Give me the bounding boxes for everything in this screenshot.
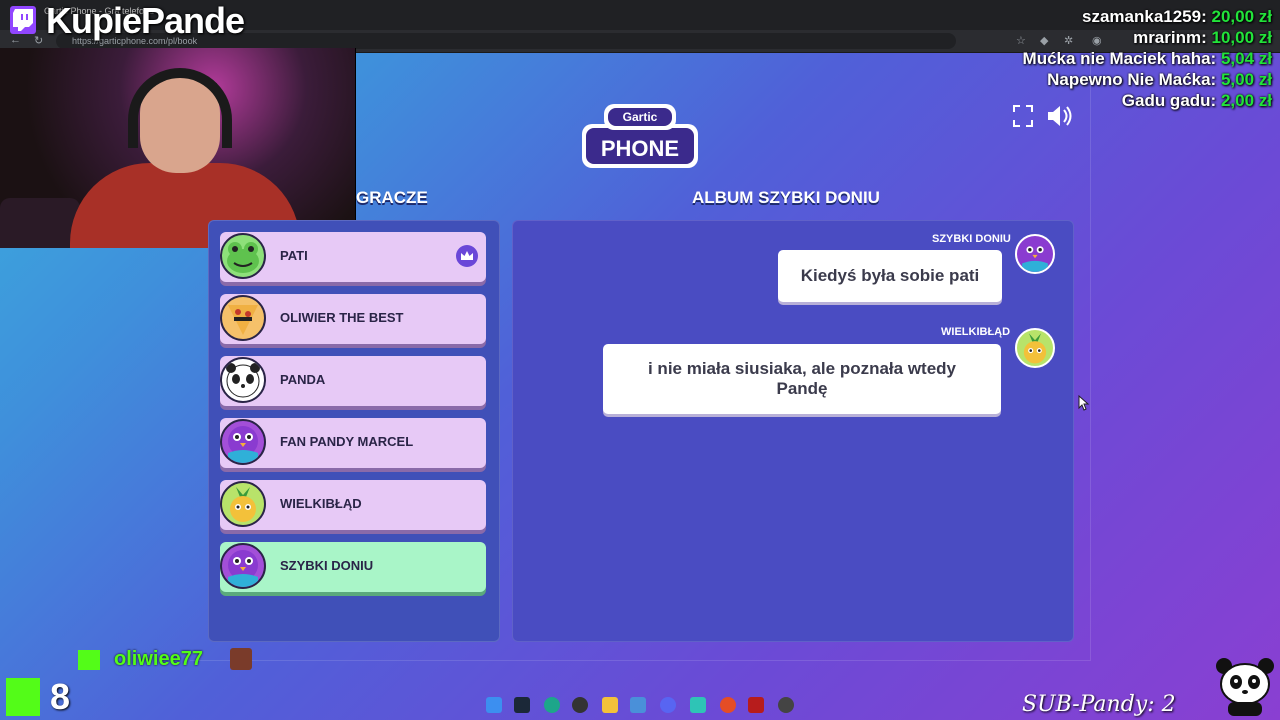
- frog-icon: [220, 233, 266, 279]
- player-card-fan-pandy-marcel[interactable]: FAN PANDY MARCEL: [220, 418, 486, 468]
- panda-icon: [220, 357, 266, 403]
- app-icon[interactable]: [778, 697, 794, 713]
- channel-name: KupiePande: [46, 0, 245, 41]
- chrome-icon[interactable]: [720, 697, 736, 713]
- players-title: GRACZE: [356, 188, 428, 207]
- player-name: OLIWIER THE BEST: [280, 310, 404, 325]
- pizza-icon: [220, 295, 266, 341]
- purple-bird-icon: [1015, 234, 1055, 274]
- steam-icon[interactable]: [514, 697, 530, 713]
- sound-icon[interactable]: [1048, 106, 1072, 126]
- player-name: PATI: [280, 248, 308, 263]
- logo-top-text: Gartic: [623, 110, 658, 124]
- mouse-cursor-icon: [1078, 395, 1090, 411]
- pineapple-icon: [220, 481, 266, 527]
- top-icons: [1013, 105, 1072, 127]
- windows-start-icon[interactable]: [486, 697, 502, 713]
- message-author: SZYBKI DONIU: [932, 233, 1011, 245]
- player-card-wielkiblad[interactable]: WIELKIBŁĄD: [220, 480, 486, 530]
- player-name: FAN PANDY MARCEL: [280, 434, 414, 449]
- album-title: ALBUM SZYBKI DONIU: [692, 188, 880, 207]
- sub-counter: SUB-Pandy: 2: [1022, 692, 1176, 717]
- obs-icon[interactable]: [572, 697, 588, 713]
- taskbar: [470, 690, 810, 720]
- back-icon[interactable]: ←: [10, 34, 21, 46]
- player-name: WIELKIBŁĄD: [280, 496, 362, 511]
- kick-icon: [78, 650, 100, 670]
- purple-bird-icon: [220, 543, 266, 589]
- kick-icon: [6, 678, 40, 716]
- logo-bottom-text: PHONE: [601, 136, 679, 161]
- emote-icon: [230, 648, 252, 670]
- discord-icon[interactable]: [660, 697, 676, 713]
- twitch-icon: [10, 6, 36, 34]
- donation-item: mrarinm: 10,00 zł: [1133, 28, 1272, 47]
- gartic-phone-logo: Gartic PHONE: [582, 104, 698, 168]
- player-name: SZYBKI DONIU: [280, 558, 374, 573]
- purple-bird-icon: [220, 419, 266, 465]
- player-card-panda[interactable]: PANDA: [220, 356, 486, 406]
- app-icon[interactable]: [690, 697, 706, 713]
- message-bubble: Kiedyś była sobie pati: [778, 250, 1002, 302]
- message-bubble: i nie miała siusiaka, ale poznała wtedy …: [603, 344, 1001, 414]
- reload-icon[interactable]: ↻: [34, 34, 43, 47]
- player-card-szybki-doniu[interactable]: SZYBKI DONIU: [220, 542, 486, 592]
- crown-icon: [456, 245, 478, 267]
- player-card-oliwier[interactable]: OLIWIER THE BEST: [220, 294, 486, 344]
- panda-mascot-icon: [1216, 658, 1274, 716]
- explorer-icon[interactable]: [630, 697, 646, 713]
- app-icon[interactable]: [748, 697, 764, 713]
- edge-icon[interactable]: [544, 697, 560, 713]
- donation-item: szamanka1259: 20,00 zł: [1082, 7, 1272, 26]
- chat-username: oliwiee77: [114, 648, 203, 670]
- pineapple-icon: [1015, 328, 1055, 368]
- fullscreen-icon[interactable]: [1013, 105, 1033, 127]
- message-author: WIELKIBŁĄD: [941, 326, 1011, 338]
- player-card-pati[interactable]: PATI: [220, 232, 486, 282]
- player-name: PANDA: [280, 372, 326, 387]
- folder-icon[interactable]: [602, 697, 618, 713]
